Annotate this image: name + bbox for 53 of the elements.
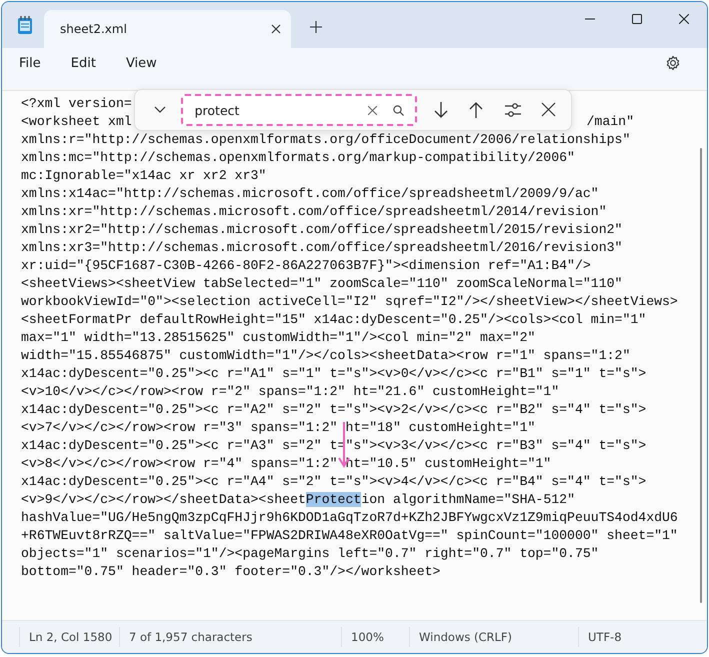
- code-line: mc:Ignorable="x14ac xr xr2 xr3": [21, 167, 266, 185]
- code-line: xmlns:xr3="http://schemas.microsoft.com/office/spreadsheetml/2016/revision3": [21, 239, 622, 257]
- code-line: <v>7</v></c></row><row r="3" spans="1:2" ht="18" customHeight="1": [21, 419, 536, 437]
- code-line: workbookViewId="0"><selection activeCell="I2" sqref="I2"/></sheetView></sheetViews>: [21, 293, 678, 311]
- menu-item[interactable]: Edit: [62, 52, 105, 74]
- plus-icon: [310, 21, 322, 33]
- code-line: bottom="0.75" header="0.3" footer="0.3"/></worksheet>: [21, 563, 440, 581]
- code-line: width="15.85546875" customWidth="1"/></cols><sheetData><row r="1" spans="1:2": [21, 347, 630, 365]
- code-line: xmlns:r="http://schemas.openxmlformats.org/officeDocument/2006/relationships": [21, 131, 630, 149]
- status-text: Windows (CRLF): [409, 627, 578, 647]
- code-line: xmlns:mc="http://schemas.openxmlformats.org/markup-compatibility/2006": [21, 149, 575, 167]
- code-line: max="1" width="13.28515625" customWidth="1"/><col min="2" max="2": [21, 329, 536, 347]
- code-line: xmlns:x14ac="http://schemas.microsoft.com/office/spreadsheetml/2009/9/ac": [21, 185, 599, 203]
- code-line: <sheetFormatPr defaultRowHeight="15" x14ac:dyDescent="0.25"/><cols><col min="1": [21, 311, 646, 329]
- code-line: +R6TWEuvt8rRZQ==" saltValue="FPWAS2DRIWA48eXR0OatVg==" spinCount="100000" sheet="1": [21, 527, 678, 545]
- status-text: 100%: [341, 627, 409, 647]
- code-line: x14ac:dyDescent="0.25"><c r="A2" s="2" t="s"><v>2</v></c><c r="B2" s="4" t="s">: [21, 401, 646, 419]
- close-icon: [540, 101, 557, 119]
- code-line: <?xml version=: [21, 95, 132, 113]
- menu-item[interactable]: File: [10, 52, 50, 74]
- code-line: <v>10</v></c></row><row r="2" spans="1:2" ht="21.6" customHeight="1": [21, 383, 560, 401]
- status-text: UTF-8: [578, 627, 707, 647]
- close-icon: [678, 14, 688, 24]
- tab-title: sheet2.xml: [60, 22, 128, 36]
- code-line: <worksheet xml: [21, 113, 132, 131]
- document-tab[interactable]: sheet2.xml: [44, 10, 291, 48]
- status-text: Ln 2, Col 1580: [19, 627, 119, 647]
- notepad-icon: [16, 15, 34, 35]
- code-line: xmlns:xr="http://schemas.microsoft.com/office/spreadsheetml/2014/revision": [21, 203, 607, 221]
- close-icon: [271, 24, 281, 34]
- code-line: /main": [586, 113, 634, 131]
- code-line: x14ac:dyDescent="0.25"><c r="A4" s="2" t="s"><v>4</v></c><c r="B4" s="4" t="s">: [21, 473, 646, 491]
- code-line: <sheetViews><sheetView tabSelected="1" zoomScale="110" zoomScaleNormal="110": [21, 275, 622, 293]
- search-icon: [393, 104, 404, 116]
- status-text: 7 of 1,957 characters: [119, 627, 341, 647]
- chevron-down-icon: [154, 106, 166, 114]
- scrollbar[interactable]: [700, 148, 702, 603]
- code-line: hashValue="UG/He5ngQm3zpCqFHJjr9h6KDOD1aGqTzoR7d+KZh2JBFYwgcxVz1Z9miqPeuuTS4od4xdU6: [21, 509, 678, 527]
- code-line: x14ac:dyDescent="0.25"><c r="A1" s="1" t="s"><v>0</v></c><c r="B1" s="1" t="s">: [21, 365, 646, 383]
- settings-icon: [665, 55, 681, 71]
- code-line: objects="1" scenarios="1"/><pageMargins left="0.7" right="0.7" top="0.75": [21, 545, 599, 563]
- search-field[interactable]: protect: [180, 94, 417, 126]
- code-line: <v>8</v></c></row><row r="4" spans="1:2" ht="10.5" customHeight="1": [21, 455, 552, 473]
- menu-item[interactable]: View: [116, 52, 166, 74]
- maximize-icon: [632, 14, 642, 24]
- close-tab-button[interactable]: [271, 24, 281, 34]
- settings-button[interactable]: [665, 55, 681, 71]
- code-line: xmlns:xr2="http://schemas.microsoft.com/office/spreadsheetml/2015/revision2": [21, 221, 622, 239]
- sliders-icon: [504, 101, 522, 119]
- code-line: xr:uid="{95CF1687-C30B-4266-80F2-86A227063B7F}"><dimension ref="A1:B4"/>: [21, 257, 591, 275]
- code-line: <v>9</v></c></row></sheetData><sheetProtection algorithmName="SHA-512": [21, 491, 575, 509]
- arrow-down-icon: [432, 101, 450, 119]
- close-icon: [368, 106, 378, 114]
